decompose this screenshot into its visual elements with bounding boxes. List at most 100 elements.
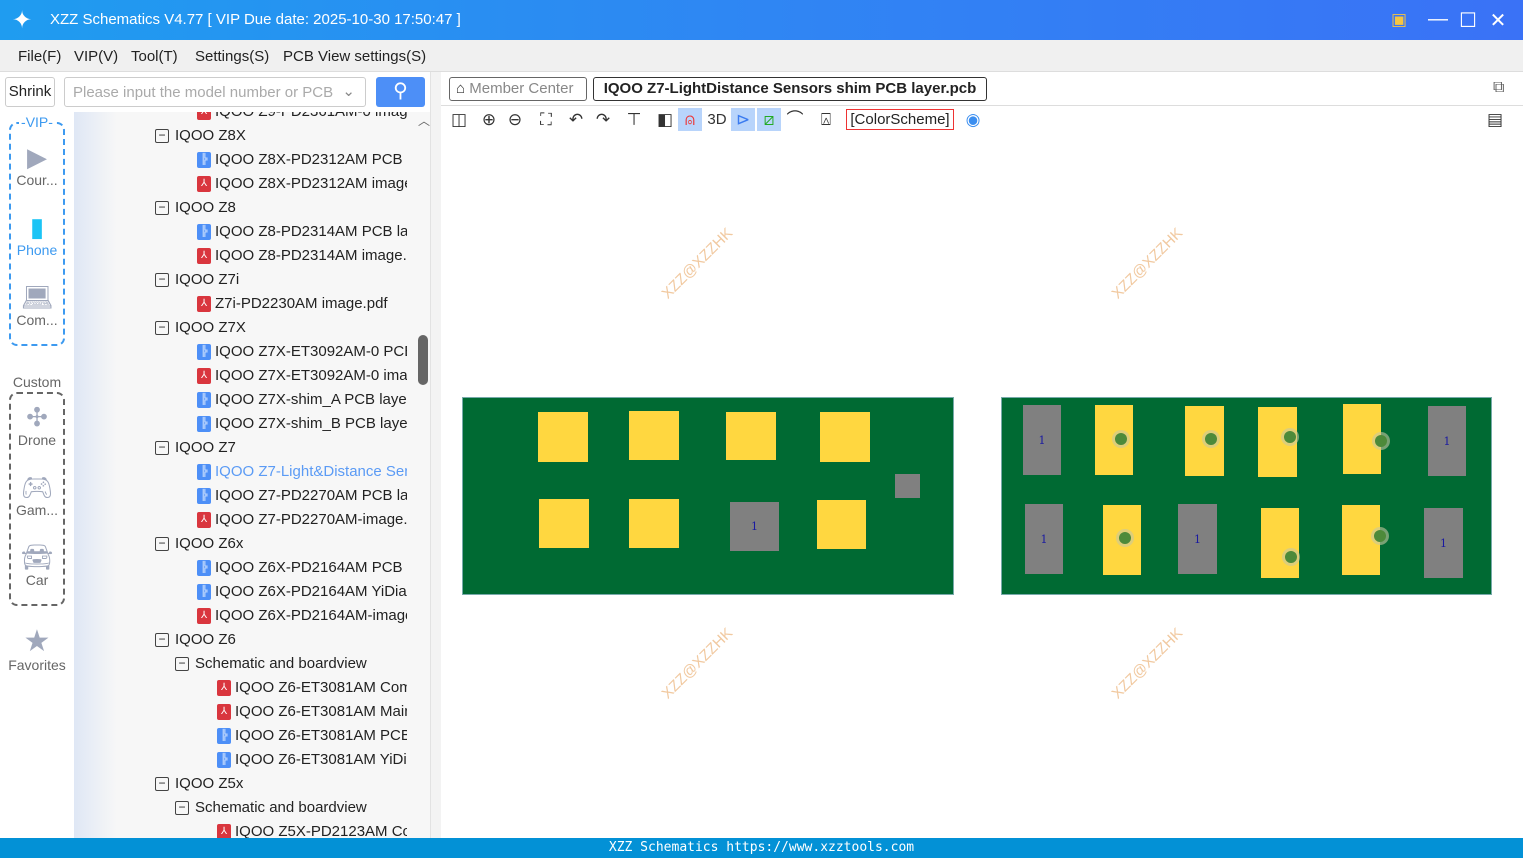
pad[interactable] — [1095, 405, 1133, 475]
side-panel-icon[interactable]: ▤ — [1483, 108, 1507, 131]
tab-pcb-file[interactable]: IQOO Z7-LightDistance Sensors shim PCB l… — [593, 77, 987, 101]
tree-scrollbar[interactable] — [418, 335, 428, 385]
pad[interactable] — [1103, 505, 1141, 575]
tree-group[interactable]: − Schematic and boardview — [74, 796, 407, 820]
tree-file-item[interactable]: ╠IQOO Z6-ET3081AM PCB Lay — [74, 724, 407, 748]
pin1-pad[interactable]: 1 — [1428, 406, 1466, 476]
tree-file-item[interactable]: ⅄IQOO Z6X-PD2164AM-image.pc — [74, 604, 407, 628]
pad[interactable] — [629, 411, 679, 460]
tree-file-item[interactable]: ⅄IQOO Z6-ET3081AM Compor — [74, 676, 407, 700]
mouse-icon[interactable]: ⍓ — [814, 108, 838, 131]
collapse-icon[interactable]: − — [155, 201, 169, 215]
tree-file-item[interactable]: ⅄IQOO Z6-ET3081AM Mainbc — [74, 700, 407, 724]
alarm-light-icon[interactable]: ⍝ — [678, 108, 702, 131]
search-button[interactable]: ⚲ — [376, 77, 425, 107]
collapse-icon[interactable]: − — [175, 801, 189, 815]
fit-screen-icon[interactable]: ⛶ — [534, 108, 558, 131]
tree-file-item[interactable]: ⅄ Z7i-PD2230AM image.pdf — [74, 292, 407, 316]
paint-roller-icon[interactable]: ⊤ — [622, 108, 646, 131]
collapse-icon[interactable]: − — [155, 633, 169, 647]
pad[interactable] — [538, 412, 588, 462]
sidebar-item-courses[interactable]: ▶ Cour... — [0, 142, 74, 188]
pin1-pad[interactable] — [895, 474, 920, 498]
3d-button[interactable]: 3D — [704, 108, 730, 131]
tree-file-item[interactable]: ╠IQOO Z7-Light&Distance Senso — [74, 460, 407, 484]
menu-vip[interactable]: VIP(V) — [74, 48, 118, 65]
tree-file-item[interactable]: ⅄ IQOO Z8-PD2314AM image.pdf — [74, 244, 407, 268]
tree-group[interactable]: − IQOO Z8 — [74, 196, 407, 220]
pcb-board-left[interactable]: 1 — [462, 397, 954, 595]
zoom-out-icon[interactable]: ⊖ — [503, 108, 527, 131]
pad[interactable] — [1185, 406, 1224, 476]
tree-file-item[interactable]: ╠IQOO Z7X-ET3092AM-0 PCB lay — [74, 340, 407, 364]
tree-file-item[interactable]: ⅄ IQOO Z9-PD2361AM-0 image.p — [74, 112, 407, 124]
pad[interactable] — [726, 412, 776, 460]
collapse-icon[interactable]: − — [155, 129, 169, 143]
tree-file-item[interactable]: ⅄IQOO Z7-PD2270AM-image.pdf — [74, 508, 407, 532]
pin1-pad[interactable]: 1 — [1025, 504, 1063, 574]
pad[interactable] — [820, 412, 870, 462]
collapse-icon[interactable]: − — [155, 441, 169, 455]
net-highlight-icon[interactable]: ⧄ — [757, 108, 781, 131]
menu-file[interactable]: File(F) — [18, 48, 61, 65]
tree-group[interactable]: − IQOO Z7X — [74, 316, 407, 340]
tree-group[interactable]: − Schematic and boardview — [74, 652, 407, 676]
menu-pcb-view-settings[interactable]: PCB View settings(S) — [283, 48, 426, 65]
mirror-icon[interactable]: ◧ — [653, 108, 677, 131]
rotate-right-icon[interactable]: ↷ — [591, 108, 615, 131]
pin1-pad[interactable]: 1 — [1178, 504, 1217, 574]
pin1-pad[interactable]: 1 — [730, 502, 779, 551]
pad[interactable] — [539, 499, 589, 548]
tree-group[interactable]: − IQOO Z8X — [74, 124, 407, 148]
collapse-icon[interactable]: − — [155, 273, 169, 287]
tree-file-item[interactable]: ⅄ IQOO Z5X-PD2123AM Comp — [74, 820, 407, 838]
pcb-board-right[interactable]: 1 1 1 1 1 — [1001, 397, 1492, 595]
tree-file-item[interactable]: ╠IQOO Z6X-PD2164AM YiDianTc — [74, 580, 407, 604]
menu-tool[interactable]: Tool(T) — [131, 48, 178, 65]
tree-file-item[interactable]: ╠IQOO Z7X-shim_B PCB layer.pcb — [74, 412, 407, 436]
close-tabs-icon[interactable]: ⧉ — [1493, 79, 1504, 97]
tree-file-item[interactable]: ⅄IQOO Z8X-PD2312AM image.pc — [74, 172, 407, 196]
panel-splitter[interactable] — [430, 72, 441, 838]
collapse-icon[interactable]: − — [155, 321, 169, 335]
menu-settings[interactable]: Settings(S) — [195, 48, 269, 65]
tree-group[interactable]: − IQOO Z6 — [74, 628, 407, 652]
curve-icon[interactable]: ⌒ — [783, 108, 807, 131]
collapse-icon[interactable]: − — [155, 537, 169, 551]
tree-file-item[interactable]: ╠IQOO Z8X-PD2312AM PCB laye — [74, 148, 407, 172]
zoom-in-icon[interactable]: ⊕ — [477, 108, 501, 131]
eye-icon[interactable]: ◉ — [961, 108, 985, 131]
sidebar-item-games[interactable]: 🎮︎ Gam... — [0, 472, 74, 518]
collapse-icon[interactable]: − — [175, 657, 189, 671]
pin1-pad[interactable]: 1 — [1023, 405, 1061, 475]
tree-group[interactable]: − IQOO Z7i — [74, 268, 407, 292]
collapse-icon[interactable]: − — [155, 777, 169, 791]
tree-file-item[interactable]: ╠IQOO Z8-PD2314AM PCB layer. — [74, 220, 407, 244]
pad[interactable] — [1261, 508, 1299, 578]
pad[interactable] — [817, 500, 866, 549]
tree-file-item[interactable]: ╠IQOO Z6X-PD2164AM PCB Laye — [74, 556, 407, 580]
sidebar-item-car[interactable]: 🚘︎ Car — [0, 542, 74, 588]
sidebar-item-computer[interactable]: 💻︎ Com... — [0, 282, 74, 328]
tree-file-item[interactable]: ╠IQOO Z7-PD2270AM PCB layer. — [74, 484, 407, 508]
model-search-input[interactable]: Please input the model number or PCB ⌄ — [64, 77, 366, 107]
tree-file-item[interactable]: ╠IQOO Z6-ET3081AM YiDianT — [74, 748, 407, 772]
sidebar-item-phone[interactable]: ▮ Phone — [0, 212, 74, 258]
tree-group[interactable]: − IQOO Z7 — [74, 436, 407, 460]
tree-group[interactable]: − IQOO Z5x — [74, 772, 407, 796]
close-button[interactable]: ✕ — [1485, 8, 1511, 33]
tree-file-item[interactable]: ╠IQOO Z7X-shim_A PCB layer.pcb — [74, 388, 407, 412]
diode-icon[interactable]: ⊳ — [731, 108, 755, 131]
maximize-button[interactable]: ☐ — [1455, 8, 1481, 33]
scroll-up-icon[interactable]: ︿ — [418, 112, 430, 129]
sidebar-item-favorites[interactable]: ★ Favorites — [0, 627, 74, 674]
minimize-button[interactable]: — — [1425, 8, 1451, 31]
split-view-icon[interactable]: ◫ — [447, 108, 471, 131]
tree-group[interactable]: − IQOO Z6x — [74, 532, 407, 556]
pin1-pad[interactable]: 1 — [1424, 508, 1463, 578]
sidebar-item-drone[interactable]: ✣ Drone — [0, 402, 74, 448]
chevron-down-icon[interactable]: ⌄ — [342, 82, 355, 100]
shrink-button[interactable]: Shrink — [5, 77, 55, 107]
pad[interactable] — [629, 499, 679, 548]
tree-file-item[interactable]: ⅄IQOO Z7X-ET3092AM-0 image.p — [74, 364, 407, 388]
